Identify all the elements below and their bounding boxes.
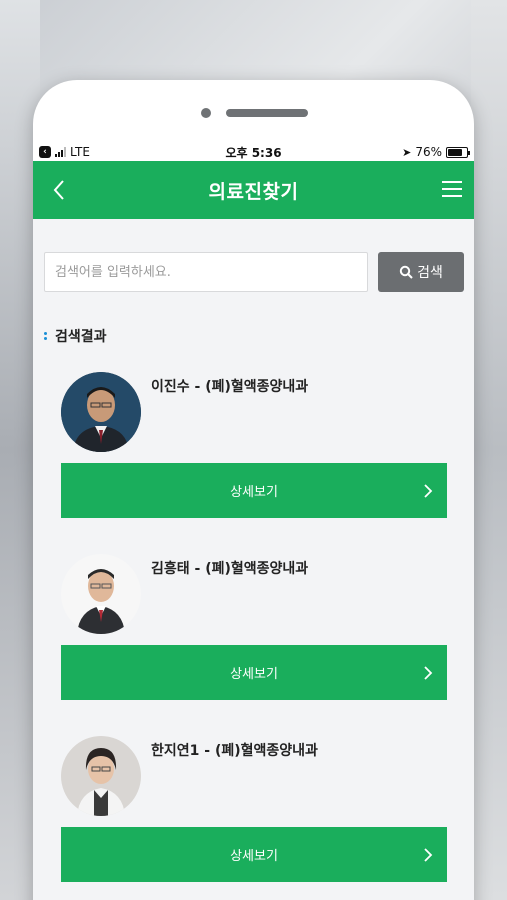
doctor-name: 한지연1 - (폐)혈액종양내과	[151, 743, 318, 759]
chevron-right-icon	[424, 484, 433, 498]
results-heading-label: 검색결과	[55, 329, 107, 345]
battery-icon	[446, 146, 470, 158]
doctor-photo	[61, 372, 141, 452]
phone-frame: ‹ LTE 오후 5:36 ➤ 76% 의료진찾기 검색어를 입력하세요. 검색…	[33, 80, 474, 900]
detail-button[interactable]: 상세보기	[61, 645, 447, 700]
camera-dot	[201, 108, 211, 118]
page-title: 의료진찾기	[208, 181, 299, 203]
doctor-photo	[61, 554, 141, 634]
doctor-name: 김흥태 - (폐)혈액종양내과	[151, 561, 309, 577]
detail-button-label: 상세보기	[230, 849, 278, 864]
search-button-label: 검색	[417, 265, 443, 281]
chevron-right-icon	[424, 666, 433, 680]
detail-button-label: 상세보기	[230, 667, 278, 682]
speaker-grille	[226, 109, 308, 117]
status-bar: ‹ LTE 오후 5:36 ➤ 76%	[33, 142, 474, 162]
results-heading: 검색결과	[44, 326, 107, 346]
bullet-icon	[44, 332, 47, 340]
detail-button-label: 상세보기	[230, 485, 278, 500]
battery-percent: 76%	[415, 145, 442, 159]
detail-button[interactable]: 상세보기	[61, 463, 447, 518]
location-arrow-icon: ➤	[402, 145, 412, 159]
doctor-photo	[61, 736, 141, 816]
hamburger-menu-icon[interactable]	[442, 181, 462, 199]
chevron-right-icon	[424, 848, 433, 862]
main-content: 검색 검색결과 이진수 - (폐)혈액종양내과	[33, 219, 474, 900]
detail-button[interactable]: 상세보기	[61, 827, 447, 882]
search-icon	[399, 265, 413, 279]
background-blur-right	[471, 0, 507, 900]
search-button[interactable]: 검색	[378, 252, 464, 292]
doctor-name: 이진수 - (폐)혈액종양내과	[151, 379, 309, 395]
search-input[interactable]	[44, 252, 368, 292]
status-right: ➤ 76%	[402, 145, 470, 159]
app-header: 의료진찾기	[33, 161, 474, 219]
